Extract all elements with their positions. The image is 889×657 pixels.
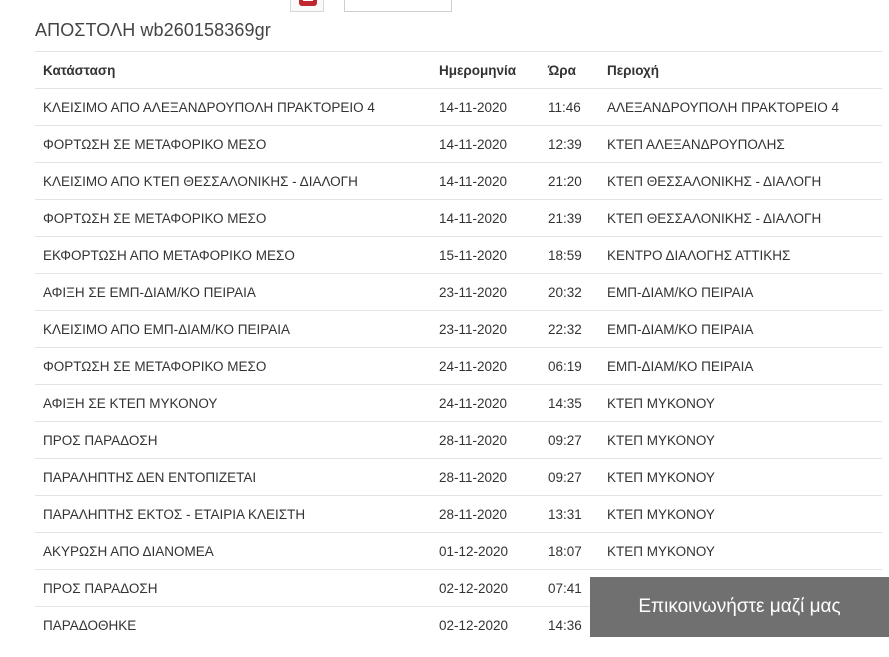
cell-area: ΚΤΕΠ ΘΕΣΣΑΛΟΝΙΚΗΣ - ΔΙΑΛΟΓΗ <box>599 162 882 200</box>
cell-area: ΚΤΕΠ ΘΕΣΣΑΛΟΝΙΚΗΣ - ΔΙΑΛΟΓΗ <box>599 199 882 237</box>
cell-date: 14-11-2020 <box>431 162 540 200</box>
cell-status: ΠΑΡΑΛΗΠΤΗΣ ΕΚΤΟΣ - ΕΤΑΙΡΙΑ ΚΛΕΙΣΤΗ <box>35 495 431 533</box>
table-row: ΦΟΡΤΩΣΗ ΣΕ ΜΕΤΑΦΟΡΙΚΟ ΜΕΣΟ 14-11-2020 21:3… <box>35 199 882 237</box>
cell-date: 14-11-2020 <box>431 88 540 126</box>
cell-status: ΑΦΙΞΗ ΣΕ ΕΜΠ-ΔΙΑΜ/ΚΟ ΠΕΙΡΑΙΑ <box>35 273 431 311</box>
printer-icon <box>299 0 317 6</box>
cell-time: 09:27 <box>540 458 599 496</box>
cell-time: 12:39 <box>540 125 599 163</box>
cell-date: 28-11-2020 <box>431 495 540 533</box>
table-row: ΦΟΡΤΩΣΗ ΣΕ ΜΕΤΑΦΟΡΙΚΟ ΜΕΣΟ 14-11-2020 12:3… <box>35 125 882 163</box>
cell-status: ΕΚΦΟΡΤΩΣΗ ΑΠΟ ΜΕΤΑΦΟΡΙΚΟ ΜΕΣΟ <box>35 236 431 274</box>
tracking-rows: ΚΛΕΙΣΙΜΟ ΑΠΟ ΑΛΕΞΑΝΔΡΟΥΠΟΛΗ ΠΡΑΚΤΟΡΕΙΟ 4… <box>35 88 882 643</box>
table-row: ΑΦΙΞΗ ΣΕ ΕΜΠ-ΔΙΑΜ/ΚΟ ΠΕΙΡΑΙΑ 23-11-2020 20… <box>35 273 882 311</box>
table-row: ΠΑΡΑΛΗΠΤΗΣ ΔΕΝ ΕΝΤΟΠΙΖΕΤΑΙ 28-11-2020 09:2… <box>35 458 882 496</box>
cell-area: ΚΤΕΠ ΑΛΕΞΑΝΔΡΟΥΠΟΛΗΣ <box>599 125 882 163</box>
cell-area: ΕΜΠ-ΔΙΑΜ/ΚΟ ΠΕΙΡΑΙΑ <box>599 347 882 385</box>
cell-status: ΚΛΕΙΣΙΜΟ ΑΠΟ ΚΤΕΠ ΘΕΣΣΑΛΟΝΙΚΗΣ - ΔΙΑΛΟΓΗ <box>35 162 431 200</box>
cell-time: 20:32 <box>540 273 599 311</box>
cell-status: ΠΡΟΣ ΠΑΡΑΔΟΣΗ <box>35 569 431 607</box>
cell-date: 14-11-2020 <box>431 199 540 237</box>
cell-status: ΚΛΕΙΣΙΜΟ ΑΠΟ ΕΜΠ-ΔΙΑΜ/ΚΟ ΠΕΙΡΑΙΑ <box>35 310 431 348</box>
cell-status: ΠΑΡΑΔΟΘΗΚΕ <box>35 606 431 643</box>
cell-time: 21:39 <box>540 199 599 237</box>
header-time: Ώρα <box>540 51 599 89</box>
table-row: ΚΛΕΙΣΙΜΟ ΑΠΟ ΑΛΕΞΑΝΔΡΟΥΠΟΛΗ ΠΡΑΚΤΟΡΕΙΟ 4… <box>35 88 882 126</box>
table-row: ΦΟΡΤΩΣΗ ΣΕ ΜΕΤΑΦΟΡΙΚΟ ΜΕΣΟ 24-11-2020 06:1… <box>35 347 882 385</box>
cell-date: 28-11-2020 <box>431 458 540 496</box>
secondary-button[interactable] <box>344 0 452 12</box>
cell-status: ΦΟΡΤΩΣΗ ΣΕ ΜΕΤΑΦΟΡΙΚΟ ΜΕΣΟ <box>35 199 431 237</box>
tracking-table: Κατάσταση Ημερομηνία Ώρα Περιοχή ΚΛΕΙΣΙΜ… <box>35 51 882 643</box>
cell-time: 06:19 <box>540 347 599 385</box>
header-date: Ημερομηνία <box>431 51 540 89</box>
cell-area: ΑΛΕΞΑΝΔΡΟΥΠΟΛΗ ΠΡΑΚΤΟΡΕΙΟ 4 <box>599 88 882 126</box>
cell-status: ΑΦΙΞΗ ΣΕ ΚΤΕΠ ΜΥΚΟΝΟΥ <box>35 384 431 422</box>
table-row: ΚΛΕΙΣΙΜΟ ΑΠΟ ΕΜΠ-ΔΙΑΜ/ΚΟ ΠΕΙΡΑΙΑ 23-11-20… <box>35 310 882 348</box>
cell-status: ΦΟΡΤΩΣΗ ΣΕ ΜΕΤΑΦΟΡΙΚΟ ΜΕΣΟ <box>35 347 431 385</box>
cell-time: 21:20 <box>540 162 599 200</box>
cell-status: ΑΚΥΡΩΣΗ ΑΠΟ ΔΙΑΝΟΜΕΑ <box>35 532 431 570</box>
cell-date: 02-12-2020 <box>431 569 540 607</box>
cell-area: ΚΤΕΠ ΜΥΚΟΝΟΥ <box>599 421 882 459</box>
cell-date: 15-11-2020 <box>431 236 540 274</box>
table-row: ΠΡΟΣ ΠΑΡΑΔΟΣΗ 28-11-2020 09:27 ΚΤΕΠ ΜΥΚΟΝΟΥ <box>35 421 882 459</box>
print-button[interactable] <box>290 0 324 12</box>
cell-area: ΕΜΠ-ΔΙΑΜ/ΚΟ ΠΕΙΡΑΙΑ <box>599 273 882 311</box>
cell-area: ΚΤΕΠ ΜΥΚΟΝΟΥ <box>599 384 882 422</box>
cell-status: ΦΟΡΤΩΣΗ ΣΕ ΜΕΤΑΦΟΡΙΚΟ ΜΕΣΟ <box>35 125 431 163</box>
contact-us-button[interactable]: Επικοινωνήστε μαζί μας <box>590 577 889 637</box>
cell-time: 18:59 <box>540 236 599 274</box>
cell-area: ΚΤΕΠ ΜΥΚΟΝΟΥ <box>599 532 882 570</box>
cell-date: 24-11-2020 <box>431 347 540 385</box>
header-area: Περιοχή <box>599 51 882 89</box>
cell-date: 23-11-2020 <box>431 310 540 348</box>
cell-status: ΠΑΡΑΛΗΠΤΗΣ ΔΕΝ ΕΝΤΟΠΙΖΕΤΑΙ <box>35 458 431 496</box>
cell-date: 01-12-2020 <box>431 532 540 570</box>
tracking-page: ΑΠΟΣΤΟΛΗ wb260158369gr Κατάσταση Ημερομη… <box>0 0 889 657</box>
cell-area: ΚΤΕΠ ΜΥΚΟΝΟΥ <box>599 495 882 533</box>
cell-date: 23-11-2020 <box>431 273 540 311</box>
cell-date: 14-11-2020 <box>431 125 540 163</box>
table-row: ΠΑΡΑΛΗΠΤΗΣ ΕΚΤΟΣ - ΕΤΑΙΡΙΑ ΚΛΕΙΣΤΗ 28-11-… <box>35 495 882 533</box>
cell-area: ΕΜΠ-ΔΙΑΜ/ΚΟ ΠΕΙΡΑΙΑ <box>599 310 882 348</box>
top-controls <box>290 0 452 12</box>
cell-area: ΚΤΕΠ ΜΥΚΟΝΟΥ <box>599 458 882 496</box>
table-row: ΑΚΥΡΩΣΗ ΑΠΟ ΔΙΑΝΟΜΕΑ 01-12-2020 18:07 ΚΤΕΠ … <box>35 532 882 570</box>
cell-status: ΠΡΟΣ ΠΑΡΑΔΟΣΗ <box>35 421 431 459</box>
table-row: ΚΛΕΙΣΙΜΟ ΑΠΟ ΚΤΕΠ ΘΕΣΣΑΛΟΝΙΚΗΣ - ΔΙΑΛΟΓΗ… <box>35 162 882 200</box>
table-row: ΑΦΙΞΗ ΣΕ ΚΤΕΠ ΜΥΚΟΝΟΥ 24-11-2020 14:35 ΚΤΕΠ… <box>35 384 882 422</box>
cell-time: 14:35 <box>540 384 599 422</box>
cell-time: 13:31 <box>540 495 599 533</box>
cell-date: 02-12-2020 <box>431 606 540 643</box>
cell-time: 11:46 <box>540 88 599 126</box>
shipment-title: ΑΠΟΣΤΟΛΗ wb260158369gr <box>35 20 271 40</box>
cell-area: ΚΕΝΤΡΟ ΔΙΑΛΟΓΗΣ ΑΤΤΙΚΗΣ <box>599 236 882 274</box>
cell-date: 28-11-2020 <box>431 421 540 459</box>
cell-status: ΚΛΕΙΣΙΜΟ ΑΠΟ ΑΛΕΞΑΝΔΡΟΥΠΟΛΗ ΠΡΑΚΤΟΡΕΙΟ 4 <box>35 88 431 126</box>
header-status: Κατάσταση <box>35 51 431 89</box>
cell-time: 22:32 <box>540 310 599 348</box>
cell-time: 18:07 <box>540 532 599 570</box>
table-row: ΕΚΦΟΡΤΩΣΗ ΑΠΟ ΜΕΤΑΦΟΡΙΚΟ ΜΕΣΟ 15-11-2020 1… <box>35 236 882 274</box>
table-header-row: Κατάσταση Ημερομηνία Ώρα Περιοχή <box>35 51 882 89</box>
cell-time: 09:27 <box>540 421 599 459</box>
cell-date: 24-11-2020 <box>431 384 540 422</box>
